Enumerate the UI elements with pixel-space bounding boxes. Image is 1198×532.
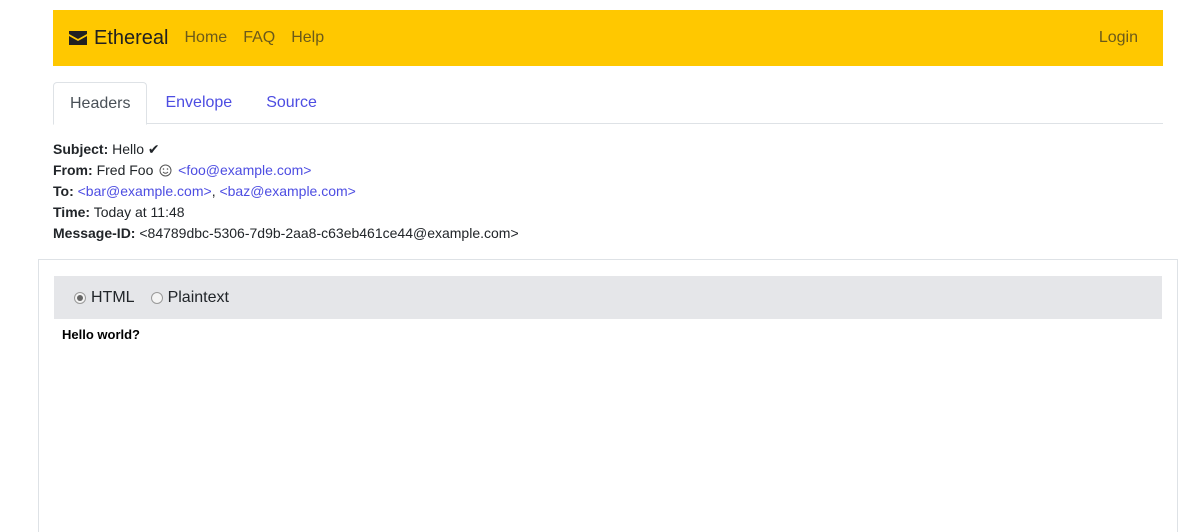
to-row: To: <bar@example.com>, <baz@example.com> (53, 181, 519, 202)
login-link[interactable]: Login (1099, 29, 1138, 47)
message-body: Hello world? (62, 327, 140, 342)
message-tabs: Headers Envelope Source (53, 82, 1163, 125)
tab-headers[interactable]: Headers (53, 82, 148, 125)
html-radio[interactable] (74, 291, 86, 304)
html-view-option[interactable]: HTML (74, 289, 135, 307)
html-radio-label: HTML (91, 288, 135, 306)
to-email-link-1[interactable]: <bar@example.com> (78, 183, 212, 199)
from-row: From: Fred Foo <foo@example.com> (53, 160, 519, 181)
envelope-icon (68, 28, 88, 48)
subject-label: Subject: (53, 141, 109, 157)
message-headers: Subject: Hello ✔ From: Fred Foo <foo@exa… (53, 139, 519, 244)
time-value: Today at 11:48 (93, 204, 185, 220)
nav-link-help[interactable]: Help (291, 29, 324, 47)
tab-envelope[interactable]: Envelope (149, 82, 248, 124)
time-row: Time: Today at 11:48 (53, 202, 519, 223)
plaintext-view-option[interactable]: Plaintext (150, 288, 229, 307)
time-label: Time: (53, 204, 91, 220)
nav-link-home[interactable]: Home (185, 29, 228, 47)
message-id-row: Message-ID: <84789dbc-5306-7d9b-2aa8-c63… (53, 223, 519, 244)
from-name: Fred Foo (96, 162, 154, 178)
to-label: To: (53, 183, 74, 199)
to-separator: , (211, 183, 216, 199)
message-panel: HTML Plaintext Hello world? (38, 259, 1178, 532)
nav-link-faq[interactable]: FAQ (243, 29, 275, 47)
nav-links: Home FAQ Help (185, 29, 341, 47)
from-email-link[interactable]: <foo@example.com> (178, 162, 311, 178)
tab-source[interactable]: Source (250, 82, 333, 124)
smiley-icon (159, 162, 172, 177)
brand-name: Ethereal (94, 26, 169, 49)
view-mode-bar: HTML Plaintext (54, 276, 1162, 319)
to-email-link-2[interactable]: <baz@example.com> (219, 183, 355, 199)
subject-row: Subject: Hello ✔ (53, 139, 519, 160)
brand-link[interactable]: Ethereal (68, 27, 169, 50)
subject-value: Hello ✔ (112, 141, 160, 157)
plaintext-radio[interactable] (150, 291, 163, 304)
message-id-label: Message-ID: (53, 225, 136, 241)
from-label: From: (53, 162, 93, 178)
plaintext-radio-label: Plaintext (167, 288, 229, 306)
top-navbar: Ethereal Home FAQ Help Login (53, 10, 1163, 66)
message-id-value: <84789dbc-5306-7d9b-2aa8-c63eb461ce44@ex… (139, 225, 519, 241)
